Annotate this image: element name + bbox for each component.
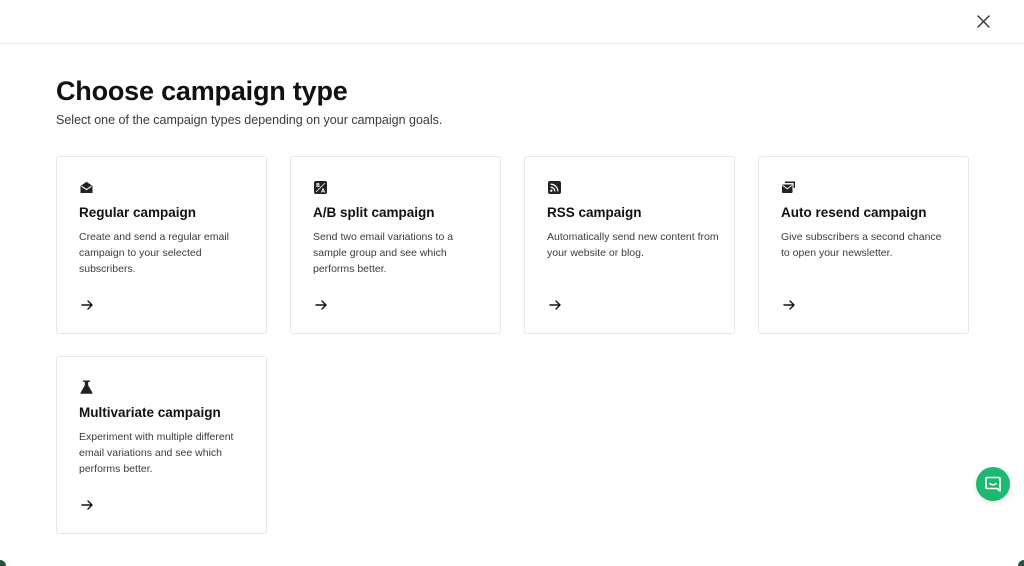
window-corner (1018, 560, 1024, 566)
support-chat-button[interactable] (976, 467, 1010, 501)
campaign-card-title: Auto resend campaign (781, 205, 927, 220)
chat-icon (985, 476, 1001, 492)
campaign-card-title: Regular campaign (79, 205, 197, 220)
campaign-card-title: Multivariate campaign (79, 405, 221, 420)
campaign-card-multivariate[interactable]: Multivariate campaign Experiment with mu… (56, 356, 267, 534)
arrow-right-icon (315, 300, 327, 310)
flask-icon (80, 380, 93, 394)
arrow-right-icon (549, 300, 561, 310)
campaign-card-description: Experiment with multiple different email… (79, 431, 234, 475)
campaign-card-title: RSS campaign (547, 205, 642, 220)
top-bar (0, 0, 1024, 44)
close-button[interactable] (972, 10, 994, 32)
arrow-right-icon (81, 500, 93, 510)
arrow-right-icon (783, 300, 795, 310)
campaign-card-description: Send two email variations to a sample gr… (313, 231, 454, 275)
campaign-type-grid: Regular campaign Create and send a regul… (56, 156, 969, 534)
campaign-card-rss[interactable]: RSS campaign Automatically send new cont… (524, 156, 735, 334)
page-subtitle: Select one of the campaign types dependi… (56, 113, 443, 127)
arrow-right-icon (81, 300, 93, 310)
resend-mail-icon (782, 181, 795, 193)
campaign-card-description: Give subscribers a second chance to open… (781, 231, 942, 259)
campaign-card-description: Automatically send new content from your… (547, 231, 719, 259)
svg-text:A: A (321, 189, 325, 195)
window-corner (0, 560, 6, 566)
campaign-card-auto-resend[interactable]: Auto resend campaign Give subscribers a … (758, 156, 969, 334)
campaign-card-title: A/B split campaign (313, 205, 435, 220)
close-icon (976, 14, 990, 28)
envelope-open-icon (80, 181, 93, 193)
campaign-card-description: Create and send a regular email campaign… (79, 231, 230, 275)
page-title: Choose campaign type (56, 76, 348, 106)
campaign-card-regular[interactable]: Regular campaign Create and send a regul… (56, 156, 267, 334)
split-test-icon: B A (314, 181, 327, 195)
campaign-type-page: Choose campaign type Select one of the c… (0, 0, 1024, 566)
campaign-card-ab-split[interactable]: B A A/B split campaign Send two email va… (290, 156, 501, 334)
rss-icon (548, 181, 561, 194)
